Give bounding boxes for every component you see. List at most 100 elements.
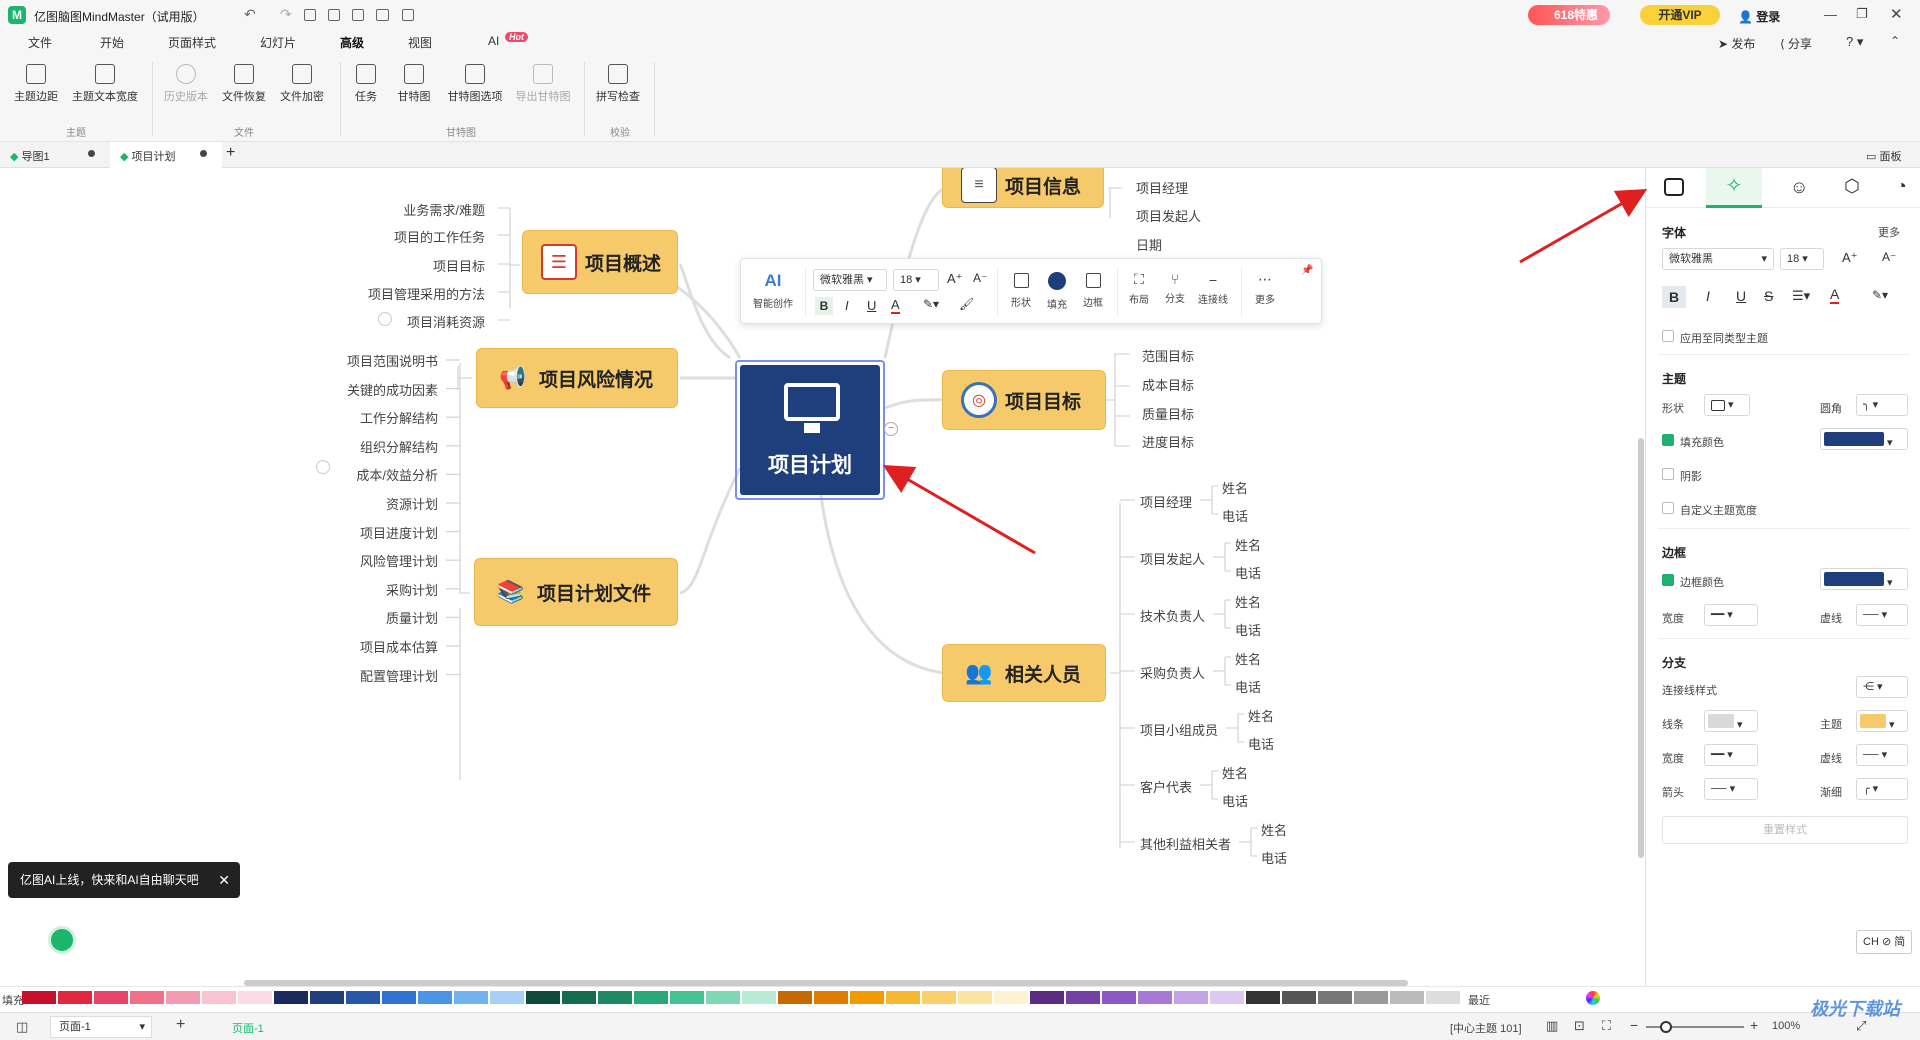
unsaved-dot-icon[interactable] bbox=[88, 150, 95, 157]
share-button[interactable]: ⟨ 分享 bbox=[1780, 35, 1812, 52]
panel-font-color-icon[interactable]: A bbox=[1830, 286, 1840, 304]
apply-same-checkbox[interactable] bbox=[1662, 330, 1674, 342]
palette-swatch[interactable] bbox=[130, 991, 164, 1004]
panel-font-select[interactable]: 微软雅黑 ▾ bbox=[1662, 248, 1774, 270]
tab-mark-icon[interactable]: ☺ bbox=[1790, 177, 1808, 198]
page-tab-select[interactable]: 页面-1 ▾ bbox=[50, 1016, 152, 1038]
palette-swatch[interactable] bbox=[94, 991, 128, 1004]
maximize-icon[interactable]: ❐ bbox=[1856, 6, 1868, 22]
border-width-select[interactable]: ━━ ▾ bbox=[1704, 604, 1758, 626]
mindmap-canvas[interactable]: 项目计划 − ☰ 项目概述 📢 项目风险情况 📚 项目计划文件 ≡ 项目信息 ◎ 项目目标… bbox=[0, 168, 1645, 986]
shadow-checkbox[interactable] bbox=[1662, 468, 1674, 480]
palette-swatch[interactable] bbox=[598, 991, 632, 1004]
color-wheel-icon[interactable] bbox=[1586, 991, 1600, 1005]
new-icon[interactable] bbox=[304, 9, 316, 21]
palette-swatch[interactable] bbox=[1282, 991, 1316, 1004]
close-icon[interactable]: ✕ bbox=[1890, 5, 1903, 23]
palette-swatch[interactable] bbox=[778, 991, 812, 1004]
line-color-select[interactable]: ▾ bbox=[1704, 710, 1758, 732]
fill-color-select[interactable]: ▾ bbox=[1820, 428, 1908, 450]
custom-width-checkbox[interactable] bbox=[1662, 502, 1674, 514]
font-shrink-icon[interactable]: A⁻ bbox=[1882, 250, 1896, 264]
connector-style-select[interactable]: ⋲ ▾ bbox=[1856, 676, 1908, 698]
palette-swatch[interactable] bbox=[562, 991, 596, 1004]
palette-swatch[interactable] bbox=[202, 991, 236, 1004]
book-view-icon[interactable]: ▥ bbox=[1546, 1018, 1558, 1034]
palette-swatch[interactable] bbox=[1210, 991, 1244, 1004]
export-icon[interactable] bbox=[402, 9, 414, 21]
unsaved-dot-icon[interactable] bbox=[200, 150, 207, 157]
palette-swatch[interactable] bbox=[1138, 991, 1172, 1004]
undo-icon[interactable]: ↶ bbox=[244, 6, 256, 23]
vip-button[interactable]: 开通VIP bbox=[1640, 5, 1720, 25]
palette-swatch[interactable] bbox=[670, 991, 704, 1004]
promo-badge[interactable]: 618特惠 bbox=[1528, 5, 1611, 25]
active-page-label[interactable]: 页面-1 bbox=[232, 1020, 264, 1036]
zoom-slider-handle[interactable] bbox=[1660, 1021, 1672, 1033]
palette-swatch[interactable] bbox=[454, 991, 488, 1004]
palette-swatch[interactable] bbox=[238, 991, 272, 1004]
help-button[interactable]: ? ▾ bbox=[1846, 34, 1863, 50]
zoom-out-icon[interactable]: − bbox=[1630, 1017, 1638, 1033]
palette-swatch[interactable] bbox=[490, 991, 524, 1004]
tab-ai-style[interactable]: ✧ bbox=[1706, 168, 1762, 208]
panel-strike-icon[interactable]: S bbox=[1764, 288, 1773, 304]
export-gantt-button[interactable]: 导出甘特图 bbox=[508, 64, 578, 104]
publish-button[interactable]: ➤ 发布 bbox=[1718, 35, 1755, 52]
menu-page-style[interactable]: 页面样式 bbox=[168, 34, 216, 51]
redo-icon[interactable]: ↷ bbox=[280, 6, 292, 23]
branch-dash-select[interactable]: ── ▾ bbox=[1856, 744, 1908, 766]
palette-swatch[interactable] bbox=[418, 991, 452, 1004]
palette-swatch[interactable] bbox=[1426, 991, 1460, 1004]
menu-start[interactable]: 开始 bbox=[100, 34, 124, 51]
zoom-level[interactable]: 100% bbox=[1772, 1020, 1800, 1032]
tab-project-plan[interactable]: ◆ 项目计划 bbox=[110, 142, 222, 169]
palette-swatch[interactable] bbox=[1318, 991, 1352, 1004]
panel-underline-icon[interactable]: U bbox=[1736, 288, 1746, 304]
print-icon[interactable] bbox=[376, 9, 389, 21]
fullscreen-icon[interactable]: ⛶ bbox=[1602, 1018, 1611, 1034]
palette-swatch[interactable] bbox=[526, 991, 560, 1004]
palette-swatch[interactable] bbox=[742, 991, 776, 1004]
palette-swatch[interactable] bbox=[994, 991, 1028, 1004]
fill-color-checkbox[interactable] bbox=[1662, 434, 1674, 446]
palette-swatch[interactable] bbox=[1030, 991, 1064, 1004]
palette-swatch[interactable] bbox=[274, 991, 308, 1004]
fit-page-icon[interactable]: ⊡ bbox=[1574, 1018, 1585, 1034]
minimize-icon[interactable]: — bbox=[1824, 7, 1837, 22]
palette-swatch[interactable] bbox=[634, 991, 668, 1004]
add-tab-icon[interactable]: + bbox=[226, 144, 235, 162]
file-recover-button[interactable]: 文件恢复 bbox=[214, 64, 274, 104]
branch-topic-color-select[interactable]: ▾ bbox=[1856, 710, 1908, 732]
ime-indicator[interactable]: CH ⊘ 简 bbox=[1856, 930, 1913, 954]
tab-theme-icon[interactable]: ⬡ bbox=[1844, 176, 1860, 197]
panel-align-icon[interactable]: ☰▾ bbox=[1792, 288, 1810, 304]
panel-highlight-icon[interactable]: ✎▾ bbox=[1872, 288, 1888, 302]
add-page-icon[interactable]: + bbox=[176, 1016, 185, 1034]
menu-ai[interactable]: AI bbox=[488, 34, 499, 48]
tab-style-icon[interactable] bbox=[1664, 178, 1684, 196]
panel-size-select[interactable]: 18 ▾ bbox=[1780, 248, 1824, 270]
tab-doc1[interactable]: ◆ 导图1 bbox=[0, 142, 108, 168]
reset-style-button[interactable]: 重置样式 bbox=[1662, 816, 1908, 844]
palette-swatch[interactable] bbox=[1354, 991, 1388, 1004]
corner-select[interactable]: ╮ ▾ bbox=[1856, 394, 1908, 416]
palette-swatch[interactable] bbox=[310, 991, 344, 1004]
border-color-checkbox[interactable] bbox=[1662, 574, 1674, 586]
palette-swatch[interactable] bbox=[1246, 991, 1280, 1004]
vertical-scrollbar[interactable] bbox=[1638, 438, 1644, 858]
font-grow-icon[interactable]: A⁺ bbox=[1842, 250, 1858, 266]
toast-close-icon[interactable]: ✕ bbox=[218, 862, 230, 898]
ai-assistant-icon[interactable] bbox=[48, 926, 76, 954]
menu-advanced[interactable]: 高级 bbox=[340, 34, 364, 51]
gantt-button[interactable]: 甘特图 bbox=[384, 64, 444, 104]
palette-swatch[interactable] bbox=[958, 991, 992, 1004]
collapse-ribbon-icon[interactable]: ⌃ bbox=[1890, 34, 1900, 48]
palette-swatch[interactable] bbox=[814, 991, 848, 1004]
palette-swatch[interactable] bbox=[850, 991, 884, 1004]
panel-toggle-button[interactable]: ▭ 面板 bbox=[1866, 148, 1901, 164]
palette-swatch[interactable] bbox=[382, 991, 416, 1004]
palette-swatch[interactable] bbox=[58, 991, 92, 1004]
panel-italic-icon[interactable]: I bbox=[1706, 288, 1710, 304]
palette-swatch[interactable] bbox=[706, 991, 740, 1004]
